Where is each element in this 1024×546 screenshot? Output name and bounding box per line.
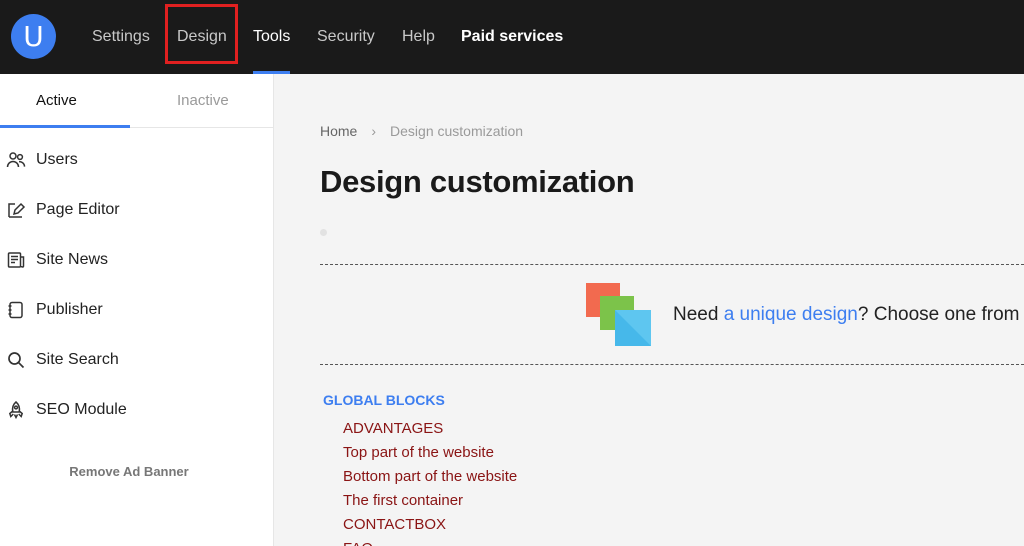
active-tab-indicator xyxy=(0,125,130,128)
nav-settings[interactable]: Settings xyxy=(92,26,150,48)
page-title: Design customization xyxy=(320,164,635,199)
promo-text-before: Need xyxy=(673,304,724,325)
news-icon xyxy=(7,252,25,268)
divider xyxy=(320,264,1024,265)
sidebar-item-label: Site Search xyxy=(36,351,119,368)
block-link-advantages[interactable]: ADVANTAGES xyxy=(343,417,517,441)
sidebar-item-users[interactable]: Users xyxy=(0,140,274,180)
top-navbar: U Settings Design Tools Security Help Pa… xyxy=(0,0,1024,74)
pagination-dot xyxy=(320,229,327,236)
sidebar-item-label: Users xyxy=(36,151,78,168)
nav-help[interactable]: Help xyxy=(402,26,435,48)
breadcrumb-home[interactable]: Home xyxy=(320,123,357,139)
search-icon xyxy=(8,352,25,369)
publisher-icon xyxy=(8,301,23,319)
sidebar: Active Inactive Users Page Editor Site N… xyxy=(0,74,274,546)
breadcrumb: Home › Design customization xyxy=(320,122,523,140)
block-link-bottom-part[interactable]: Bottom part of the website xyxy=(343,465,517,489)
nav-security[interactable]: Security xyxy=(317,26,375,48)
promo-text: Need a unique design? Choose one from xyxy=(673,303,1019,327)
breadcrumb-current: Design customization xyxy=(390,123,524,139)
sidebar-item-publisher[interactable]: Publisher xyxy=(0,290,274,330)
breadcrumb-separator: › xyxy=(371,123,377,139)
logo-avatar[interactable]: U xyxy=(11,14,56,59)
nav-tools[interactable]: Tools xyxy=(253,26,290,48)
block-link-first-container[interactable]: The first container xyxy=(343,489,517,513)
tab-active[interactable]: Active xyxy=(36,92,77,110)
sidebar-item-label: Site News xyxy=(36,251,109,268)
remove-ad-banner-link[interactable]: Remove Ad Banner xyxy=(0,464,258,479)
sidebar-item-page-editor[interactable]: Page Editor xyxy=(0,190,274,230)
block-link-top-part[interactable]: Top part of the website xyxy=(343,441,517,465)
users-icon xyxy=(6,152,26,168)
rocket-icon xyxy=(8,401,24,420)
highlight-box xyxy=(165,4,238,64)
page-editor-icon xyxy=(8,202,26,218)
sidebar-item-seo-module[interactable]: SEO Module xyxy=(0,390,274,430)
block-link-contactbox[interactable]: CONTACTBOX xyxy=(343,513,517,537)
unique-design-link[interactable]: a unique design xyxy=(724,304,858,325)
global-blocks-heading: GLOBAL BLOCKS xyxy=(323,392,445,408)
nav-paid-services[interactable]: Paid services xyxy=(461,26,563,48)
sidebar-item-site-news[interactable]: Site News xyxy=(0,240,274,280)
divider xyxy=(320,364,1024,365)
global-blocks-list: ADVANTAGES Top part of the website Botto… xyxy=(343,417,517,546)
sidebar-item-label: SEO Module xyxy=(36,401,127,418)
design-layers-icon xyxy=(586,283,651,346)
sidebar-item-site-search[interactable]: Site Search xyxy=(0,340,274,380)
block-link-faq[interactable]: FAQ xyxy=(343,537,517,546)
sidebar-item-label: Page Editor xyxy=(36,201,120,218)
sidebar-tabs: Active Inactive xyxy=(0,74,274,128)
main-content: Home › Design customization Design customi… xyxy=(275,74,1024,546)
promo-text-after: ? Choose one from xyxy=(857,304,1020,325)
sidebar-item-label: Publisher xyxy=(36,301,103,318)
tab-inactive[interactable]: Inactive xyxy=(177,92,229,110)
